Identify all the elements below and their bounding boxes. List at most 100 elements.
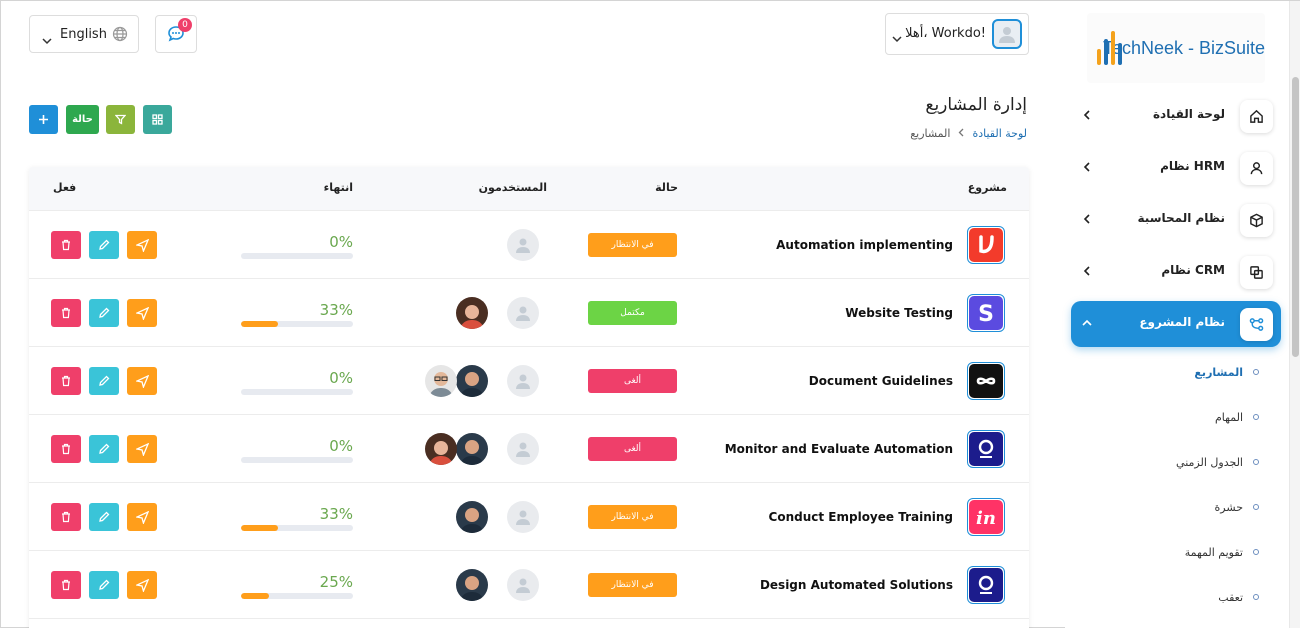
table-row[interactable]: Automation implementing في الانتظار 0% <box>29 211 1029 279</box>
project-name[interactable]: Monitor and Evaluate Automation <box>725 442 953 456</box>
circle-logo-icon <box>969 432 1003 466</box>
user-silhouette-icon <box>516 510 530 525</box>
progress-bar <box>241 389 353 395</box>
sidebar-item-crm[interactable]: نظام CRM <box>1071 249 1281 295</box>
user-silhouette-icon <box>516 442 530 457</box>
project-name[interactable]: Conduct Employee Training <box>769 510 953 524</box>
header-action: فعل <box>53 181 77 194</box>
breadcrumb-home-link[interactable]: لوحة القيادة <box>972 127 1027 140</box>
trash-icon <box>62 511 70 523</box>
user-avatar[interactable] <box>425 433 457 465</box>
send-button[interactable] <box>127 299 157 327</box>
vcf-logo-icon <box>969 228 1003 262</box>
table-row[interactable]: in Conduct Employee Training في الانتظار… <box>29 483 1029 551</box>
bullet-icon <box>1253 549 1259 555</box>
project-name[interactable]: Website Testing <box>845 306 953 320</box>
sidebar-item-hrm[interactable]: نظام HRM <box>1071 145 1281 191</box>
messages-button[interactable]: 0 <box>155 15 197 53</box>
trash-icon <box>62 443 70 455</box>
man-avatar-icon <box>456 569 488 601</box>
sidebar-subitem-tracker[interactable]: تعقب <box>1218 587 1259 607</box>
user-silhouette-icon <box>516 306 530 321</box>
table-row[interactable]: S Website Testing مكتمل 33% <box>29 279 1029 347</box>
sidebar-item-label: نظام CRM <box>1161 263 1225 277</box>
delete-button[interactable] <box>51 435 81 463</box>
sidebar-item-dashboard[interactable]: لوحة القيادة <box>1071 93 1281 139</box>
sidebar-subitem-bugs[interactable]: حشرة <box>1215 497 1259 517</box>
project-logo: in <box>967 498 1005 536</box>
default-avatar <box>507 365 539 397</box>
infinity-logo-icon <box>969 364 1003 398</box>
status-badge: ألغى <box>588 437 677 461</box>
bullet-icon <box>1253 414 1259 420</box>
page-scrollbar[interactable] <box>1289 1 1300 628</box>
send-button[interactable] <box>127 503 157 531</box>
man-glasses-avatar-icon <box>425 365 457 397</box>
send-button[interactable] <box>127 571 157 599</box>
user-avatar[interactable] <box>456 365 488 397</box>
box-icon <box>1240 204 1273 237</box>
man-avatar-icon <box>456 433 488 465</box>
delete-button[interactable] <box>51 503 81 531</box>
language-select[interactable]: English <box>29 15 139 53</box>
grid-view-button[interactable] <box>143 105 172 134</box>
sidebar-item-label: نظام HRM <box>1160 159 1225 173</box>
sidebar-item-project-system[interactable]: نظام المشروع <box>1071 301 1281 347</box>
status-badge: ألغى <box>588 369 677 393</box>
default-avatar <box>507 433 539 465</box>
user-avatar[interactable] <box>456 569 488 601</box>
delete-button[interactable] <box>51 231 81 259</box>
svg-text:in: in <box>976 508 996 529</box>
user-avatar[interactable] <box>456 501 488 533</box>
scrollbar-thumb[interactable] <box>1292 77 1299 357</box>
pencil-icon <box>99 307 110 318</box>
add-project-button[interactable] <box>29 105 58 134</box>
project-logo <box>967 226 1005 264</box>
table-row[interactable]: Design Automated Solutions في الانتظار 2… <box>29 551 1029 619</box>
pencil-icon <box>99 239 110 250</box>
user-menu[interactable]: أهلا، Workdo! <box>885 13 1029 55</box>
progress-bar-fill <box>241 321 278 327</box>
brand-logo[interactable]: TechNeek - BizSuite <box>1087 13 1265 83</box>
circle-logo-icon <box>969 568 1003 602</box>
edit-button[interactable] <box>89 435 119 463</box>
sidebar-subitem-projects[interactable]: المشاريع <box>1194 362 1259 382</box>
user-avatar[interactable] <box>456 433 488 465</box>
sidebar-subitem-timesheet[interactable]: الجدول الزمني <box>1176 452 1259 472</box>
send-button[interactable] <box>127 435 157 463</box>
project-name[interactable]: Design Automated Solutions <box>760 578 953 592</box>
user-avatar <box>992 19 1022 49</box>
edit-button[interactable] <box>89 299 119 327</box>
send-icon <box>135 238 149 252</box>
user-silhouette-icon <box>516 238 530 253</box>
filter-button[interactable] <box>106 105 135 134</box>
table-header: مشروع حالة المستخدمون انتهاء فعل <box>29 167 1029 211</box>
sidebar-subitem-tasks[interactable]: المهام <box>1215 407 1259 427</box>
user-silhouette-icon <box>516 374 530 389</box>
breadcrumb-current: المشاريع <box>910 127 951 140</box>
delete-button[interactable] <box>51 367 81 395</box>
send-button[interactable] <box>127 367 157 395</box>
project-name[interactable]: Automation implementing <box>776 238 953 252</box>
table-row[interactable]: Monitor and Evaluate Automation ألغى 0% <box>29 415 1029 483</box>
sidebar-item-label: لوحة القيادة <box>1152 107 1225 121</box>
sidebar-subitem-label: المهام <box>1215 410 1243 424</box>
trash-icon <box>62 579 70 591</box>
user-avatar[interactable] <box>425 365 457 397</box>
user-icon <box>1240 152 1273 185</box>
delete-button[interactable] <box>51 299 81 327</box>
edit-button[interactable] <box>89 571 119 599</box>
delete-button[interactable] <box>51 571 81 599</box>
edit-button[interactable] <box>89 503 119 531</box>
user-avatar[interactable] <box>456 297 488 329</box>
breadcrumb-separator-icon <box>958 127 964 140</box>
edit-button[interactable] <box>89 367 119 395</box>
message-count-badge: 0 <box>178 18 192 32</box>
table-row[interactable]: Document Guidelines ألغى 0% <box>29 347 1029 415</box>
send-button[interactable] <box>127 231 157 259</box>
edit-button[interactable] <box>89 231 119 259</box>
sidebar-item-accounting[interactable]: نظام المحاسبة <box>1071 197 1281 243</box>
sidebar-subitem-task-calendar[interactable]: تقويم المهمة <box>1185 542 1259 562</box>
status-filter-button[interactable]: حالة <box>66 105 99 134</box>
project-name[interactable]: Document Guidelines <box>809 374 953 388</box>
